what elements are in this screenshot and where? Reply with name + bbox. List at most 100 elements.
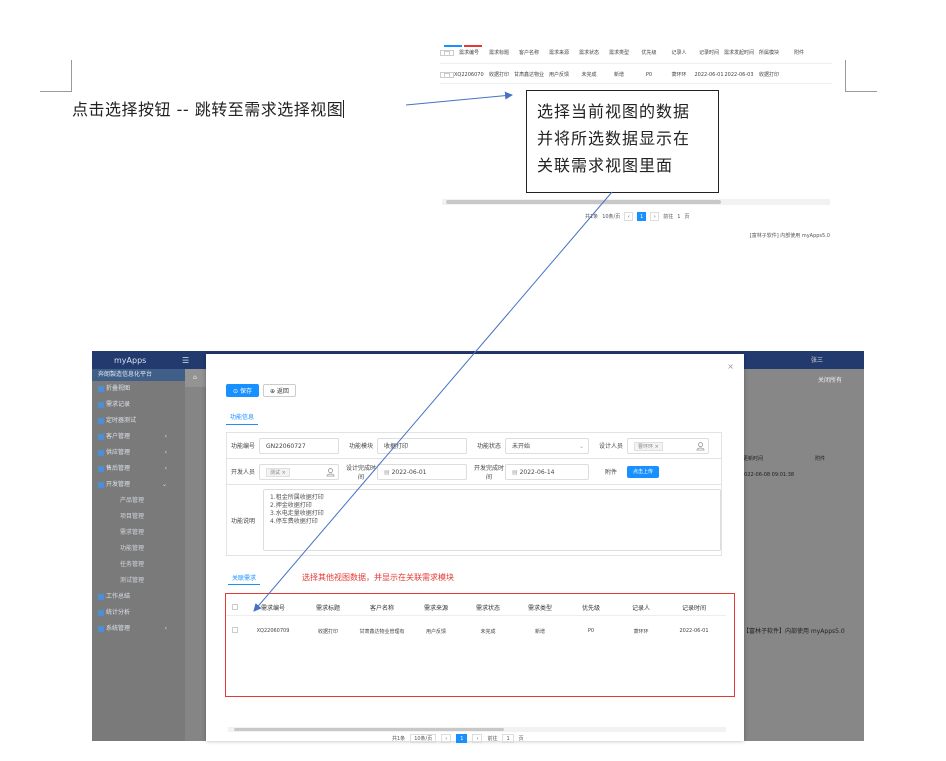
table-header-cell: 客户名称 <box>369 605 394 612</box>
prev-page-button[interactable]: ‹ <box>624 212 634 221</box>
select-all-checkbox[interactable] <box>440 49 454 56</box>
sidebar-item[interactable]: 折叠视图 <box>92 381 185 397</box>
sidebar-item[interactable]: 售后管理 ‹ <box>92 461 185 477</box>
tab-function-info[interactable]: 功能信息 <box>226 411 258 425</box>
horizontal-scrollbar[interactable] <box>228 727 726 732</box>
table-cell: 收据打印 <box>488 72 509 78</box>
sidebar-item[interactable]: 产品管理 <box>92 493 185 509</box>
function-module-field[interactable]: 收据打印 <box>377 437 467 454</box>
upload-button[interactable]: 点击上传 <box>627 465 660 478</box>
sidebar-item[interactable]: 功能管理 <box>92 541 185 557</box>
bg-cell-value: 2022-06-08 09:01:38 <box>741 472 795 478</box>
chevron-icon: ‹ <box>164 465 167 472</box>
pagination-total: 共1条 <box>585 214 599 220</box>
tab-related-requirements[interactable]: 关联需求 <box>228 573 260 585</box>
back-button[interactable]: ⊕ 返回 <box>262 384 296 397</box>
page-number-button[interactable]: 1 <box>637 212 647 221</box>
design-done-date-field[interactable]: ▤ 2022-06-01 <box>377 463 467 480</box>
table-cell: 萧环环 <box>633 628 649 635</box>
sidebar-item[interactable]: 系统管理 ‹ <box>92 621 185 637</box>
sidebar-item-label: 客户管理 <box>106 433 131 440</box>
table-header-cell: 需求发起时间 <box>724 50 754 56</box>
table-header-cell: 记录时间 <box>681 605 706 612</box>
sidebar-item[interactable]: 测试管理 <box>92 573 185 589</box>
dev-done-date-field[interactable]: ▤ 2022-06-14 <box>505 463 589 480</box>
bg-footer: 【富林子软件】内部使用 myApps5.0 <box>743 628 845 635</box>
footer-text: [富林子软件] 内部使用 myApps5.0 <box>749 233 830 239</box>
row-checkbox[interactable] <box>226 627 244 635</box>
designer-picker[interactable]: 曹环环 × <box>627 437 709 454</box>
prev-page-button[interactable]: ‹ <box>441 734 452 743</box>
tab-indicator <box>444 32 484 47</box>
table-header-cell: 优先级 <box>641 50 657 56</box>
horizontal-scrollbar[interactable] <box>442 199 830 205</box>
scrollbar-thumb[interactable] <box>446 200 721 204</box>
menu-icon <box>98 626 104 632</box>
table-header-cell: 需求编号 <box>458 50 479 56</box>
app-logo: myApps <box>114 355 147 365</box>
table-row[interactable]: XQ22060709 收据打印 甘肃鑫达物业管理有 用户反馈 未完成 新增 P0… <box>226 623 726 639</box>
designer-tag: 曹环环 × <box>634 441 663 451</box>
sidebar-item-label: 工作总结 <box>106 593 131 600</box>
close-all-tabs[interactable]: 关闭所有 <box>818 375 842 384</box>
chevron-down-icon: ⌄ <box>578 442 584 450</box>
description-line: 3.水电走量收据打印 <box>270 510 324 517</box>
developer-picker[interactable]: 测试 × <box>259 463 339 480</box>
select-all-checkbox[interactable] <box>226 603 244 612</box>
sidebar-item[interactable]: 开发管理 ⌄ <box>92 477 185 493</box>
user-name[interactable]: 张三 <box>811 355 823 364</box>
sidebar-item[interactable]: 项目管理 <box>92 509 185 525</box>
instruction-text: 点击选择按钮 -- 跳转至需求选择视图 <box>72 100 344 119</box>
sidebar-item[interactable]: 任务管理 <box>92 557 185 573</box>
table-header-cell: 所属模块 <box>758 50 779 56</box>
form-row: 功能说明 1.租金所属收据打印 2.押金收据打印 3.水电走量收据打印 4.停车… <box>227 485 721 555</box>
sidebar-item[interactable]: 工作总结 <box>92 589 185 605</box>
sidebar-item-label: 统计分析 <box>106 609 131 616</box>
document-text: 点击选择按钮 -- 跳转至需求选择视图 <box>72 96 345 120</box>
sidebar-item[interactable]: 需求记录 <box>92 397 185 413</box>
description-line: 1.租金所属收据打印 <box>270 494 324 501</box>
function-description-textarea[interactable]: 1.租金所属收据打印 2.押金收据打印 3.水电走量收据打印 4.停车费收据打印 <box>263 489 721 551</box>
field-label: 开发人员 <box>230 469 255 476</box>
goto-input[interactable]: 1 <box>677 214 680 220</box>
table-cell: 用户反馈 <box>425 628 446 635</box>
next-page-button[interactable]: › <box>472 734 483 743</box>
page-number-button[interactable]: 1 <box>456 734 468 743</box>
sidebar-item-label: 开发管理 <box>106 481 131 488</box>
table-header: 需求编号 需求标题 客户名称 需求来源 需求状态 需求类型 优先级 记录人 记录… <box>440 42 832 64</box>
table-row[interactable]: XQ22060709 收据打印 甘肃鑫达物业管理有限 用户反馈 未完成 新增 P… <box>440 66 832 84</box>
page-size-select[interactable]: 10条/页 <box>602 213 620 220</box>
scrollbar-thumb[interactable] <box>234 728 504 731</box>
table-header-cell: 需求标题 <box>488 50 509 56</box>
save-button[interactable]: ⊙ 保存 <box>226 384 259 397</box>
user-icon[interactable] <box>696 441 705 451</box>
sidebar-item[interactable]: 需求管理 <box>92 525 185 541</box>
function-form: 功能编号 GN22060727 功能模块 收据打印 功能状态 未开始 ⌄ 设计人员… <box>226 432 722 556</box>
menu-icon <box>98 418 104 424</box>
table-header-cell: 优先级 <box>581 605 600 612</box>
row-checkbox[interactable] <box>440 71 454 78</box>
sidebar-item[interactable]: 客户管理 ‹ <box>92 429 185 445</box>
goto-input[interactable]: 1 <box>502 734 514 743</box>
page-size-select[interactable]: 10条/页 <box>410 734 437 743</box>
user-icon[interactable] <box>326 467 335 477</box>
pagination: 共1条 10条/页 ‹ 1 › 前往 1 页 <box>392 734 524 743</box>
next-page-button[interactable]: › <box>650 212 660 221</box>
sidebar-item[interactable]: 定时器测试 <box>92 413 185 429</box>
callout-box: 选择当前视图的数据 并将所选数据显示在 关联需求视图里面 <box>526 90 719 193</box>
menu-toggle-icon[interactable]: ☰ <box>182 356 202 365</box>
goto-unit: 页 <box>518 736 524 742</box>
text-cursor <box>343 100 345 118</box>
sidebar-item[interactable]: 统计分析 <box>92 605 185 621</box>
document-page: 需求编号 需求标题 客户名称 需求来源 需求状态 需求类型 优先级 记录人 记录… <box>0 0 946 761</box>
table-header-cell: 记录人 <box>631 605 650 612</box>
annotation-text: 选择其他视图数据，并显示在关联需求模块 <box>302 573 454 582</box>
function-code-field[interactable]: GN22060727 <box>259 437 339 454</box>
function-status-select[interactable]: 未开始 ⌄ <box>505 437 589 454</box>
close-icon[interactable]: × <box>727 362 734 371</box>
sidebar: 奔朗製造信息化平台 折叠视图 需求记录 定时器测试 客户管理 ‹ 供应管理 ‹ 售后管理 ‹ 开发… <box>92 369 185 741</box>
page-corner-mark-left <box>40 60 72 92</box>
sidebar-item[interactable]: 供应管理 ‹ <box>92 445 185 461</box>
sidebar-item-label: 供应管理 <box>106 449 131 456</box>
table-header-cell: 需求类型 <box>608 50 629 56</box>
